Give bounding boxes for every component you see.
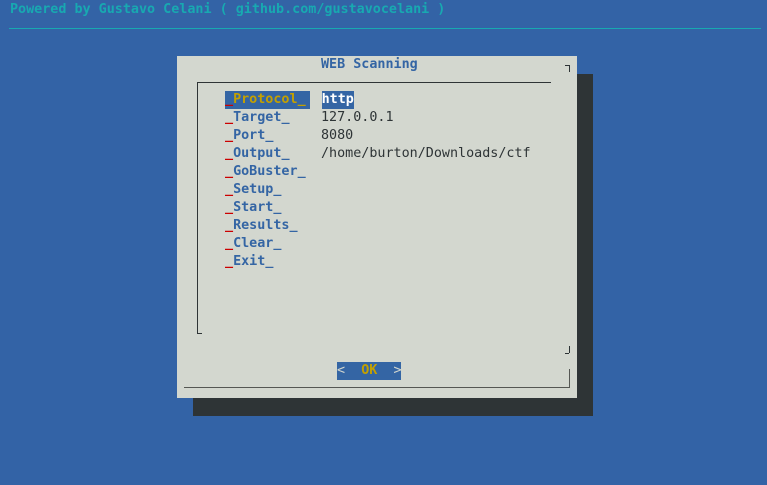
- menu-item-value: 127.0.0.1: [321, 110, 394, 125]
- menu-frame-left: [197, 82, 198, 334]
- menu-item-tag: _Target_: [225, 109, 309, 127]
- menu-item-label: Setup: [233, 182, 274, 197]
- menu-item-tag: _Output_: [225, 145, 309, 163]
- underscore-left: _: [225, 128, 234, 143]
- menu-item-tag: _Results_: [225, 217, 309, 235]
- underscore-right: _: [281, 110, 290, 125]
- menu-frame-top: [197, 82, 551, 83]
- menu-item-label: Output: [233, 146, 282, 161]
- underscore-left: _: [225, 164, 234, 179]
- underscore-right: _: [289, 218, 298, 233]
- menu-item-label: Target: [233, 110, 282, 125]
- menu-item-value: http: [321, 91, 354, 109]
- underscore-right: _: [265, 128, 274, 143]
- menu-item-start[interactable]: _Start_: [225, 199, 531, 217]
- menu-item-tag: _Clear_: [225, 235, 309, 253]
- menu-item-label: Port: [233, 128, 266, 143]
- menu-item-tag: _GoBuster_: [225, 163, 310, 181]
- menu-item-tag: _Protocol_: [225, 91, 310, 109]
- underscore-right: _: [273, 182, 282, 197]
- menu-frame-right-bottom-cap: [565, 353, 569, 354]
- ok-button-right-bracket: >: [393, 363, 402, 378]
- button-area-rule: [184, 387, 570, 388]
- menu-item-tag: _Port_: [225, 127, 309, 145]
- underscore-left: _: [225, 200, 234, 215]
- underscore-left: _: [225, 236, 234, 251]
- menu-item-tag: _Start_: [225, 199, 309, 217]
- menu-item-tag: _Exit_: [225, 253, 309, 271]
- button-area-rule-end: [569, 369, 570, 387]
- dialog-title: WEB Scanning: [321, 57, 418, 72]
- backtitle: Powered by Gustavo Celani ( github.com/g…: [10, 2, 446, 17]
- underscore-left: _: [225, 218, 234, 233]
- menu-item-label: GoBuster: [233, 164, 298, 179]
- underscore-right: _: [297, 92, 306, 107]
- menu-item-label: Start: [233, 200, 274, 215]
- menu-item-setup[interactable]: _Setup_: [225, 181, 531, 199]
- menu-item-label: Protocol: [233, 92, 298, 107]
- menu-item-gobuster[interactable]: _GoBuster_: [225, 163, 531, 181]
- underscore-right: _: [281, 146, 290, 161]
- menu-item-label: Exit: [233, 254, 266, 269]
- menu-item-label: Clear: [233, 236, 274, 251]
- menu-item-clear[interactable]: _Clear_: [225, 235, 531, 253]
- menu-item-value: 8080: [321, 128, 354, 143]
- ok-button[interactable]: < OK >: [337, 362, 402, 380]
- underscore-right: _: [273, 200, 282, 215]
- menu-item-output[interactable]: _Output_ /home/burton/Downloads/ctf: [225, 145, 531, 163]
- underscore-left: _: [225, 92, 234, 107]
- menu-item-target[interactable]: _Target_ 127.0.0.1: [225, 109, 531, 127]
- menu-frame-right-top: [569, 65, 570, 72]
- underscore-right: _: [265, 254, 274, 269]
- menu-item-exit[interactable]: _Exit_: [225, 253, 531, 271]
- menu-frame-right-bottom: [569, 346, 570, 353]
- menu-item-results[interactable]: _Results_: [225, 217, 531, 235]
- underscore-left: _: [225, 146, 234, 161]
- menu-item-protocol[interactable]: _Protocol_ http: [225, 91, 531, 109]
- underscore-left: _: [225, 110, 234, 125]
- ok-button-label: OK: [361, 363, 378, 378]
- menu-item-tag: _Setup_: [225, 181, 309, 199]
- dialog: WEB Scanning _Protocol_ http _Target_ 127.0…: [177, 56, 577, 398]
- underscore-left: _: [225, 254, 234, 269]
- menu-item-port[interactable]: _Port_ 8080: [225, 127, 531, 145]
- menu-item-label: Results: [233, 218, 290, 233]
- underscore-right: _: [297, 164, 306, 179]
- menu-list: _Protocol_ http _Target_ 127.0.0.1 _Port_ 808…: [225, 91, 531, 271]
- ok-button-left-bracket: <: [337, 363, 346, 378]
- backtitle-rule: [9, 28, 761, 29]
- menu-frame-left-end: [197, 333, 202, 334]
- underscore-right: _: [273, 236, 282, 251]
- menu-frame-right-top-cap: [565, 65, 569, 66]
- underscore-left: _: [225, 182, 234, 197]
- menu-item-value: /home/burton/Downloads/ctf: [321, 146, 531, 161]
